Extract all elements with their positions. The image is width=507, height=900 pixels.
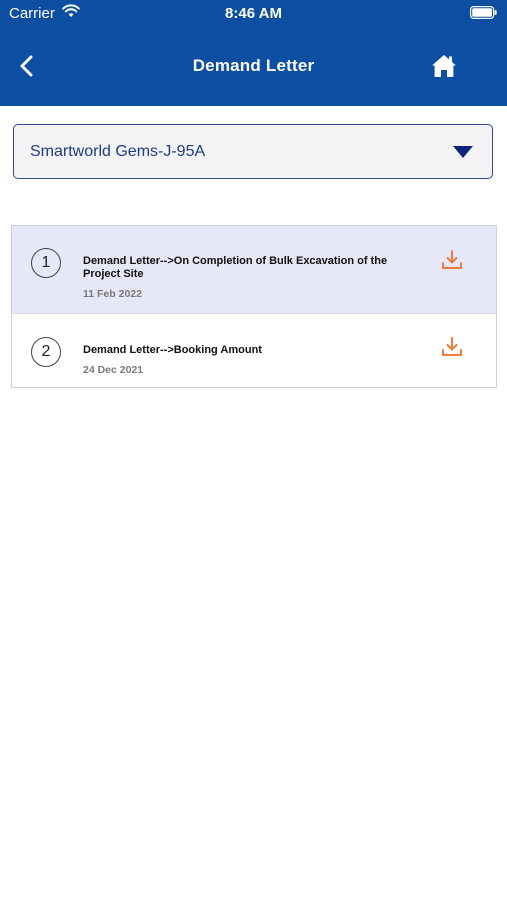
project-dropdown-value: Smartworld Gems-J-95A (30, 143, 206, 160)
project-dropdown[interactable]: Smartworld Gems-J-95A (13, 124, 493, 179)
navigation-bar: Demand Letter (0, 28, 507, 106)
status-time: 8:46 AM (225, 5, 282, 22)
status-bar: Carrier 8:46 AM (0, 0, 507, 28)
download-icon[interactable] (441, 249, 463, 271)
battery-icon (470, 6, 497, 19)
download-icon[interactable] (441, 336, 463, 358)
list-item[interactable]: 2 Demand Letter-->Booking Amount 24 Dec … (12, 314, 496, 387)
home-icon[interactable] (430, 53, 458, 79)
letter-date: 24 Dec 2021 (83, 364, 144, 376)
index-badge: 1 (31, 248, 61, 278)
letter-date: 11 Feb 2022 (83, 288, 142, 300)
app-header: Carrier 8:46 AM Demand Letter (0, 0, 507, 106)
list-item[interactable]: 1 Demand Letter-->On Completion of Bulk … (12, 226, 496, 314)
letter-title: Demand Letter-->On Completion of Bulk Ex… (83, 255, 388, 280)
index-badge: 2 (31, 337, 61, 367)
chevron-down-icon (453, 146, 473, 158)
letter-title: Demand Letter-->Booking Amount (83, 344, 262, 356)
demand-letter-list: 1 Demand Letter-->On Completion of Bulk … (11, 225, 497, 388)
